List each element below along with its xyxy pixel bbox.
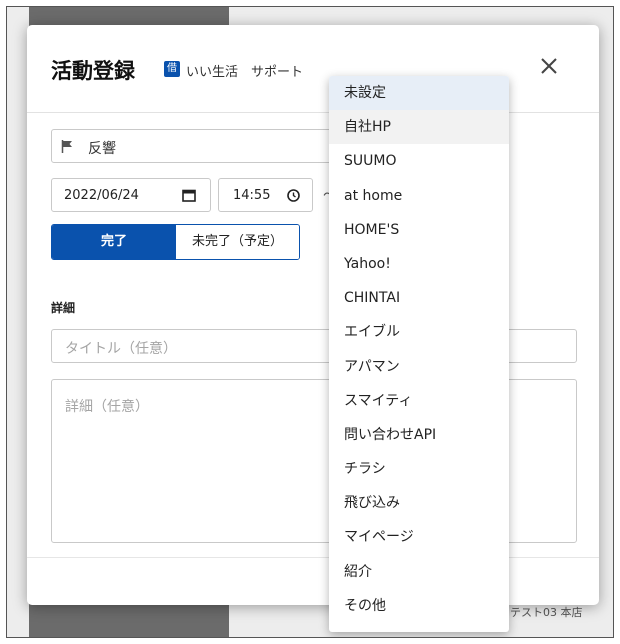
calendar-icon[interactable] xyxy=(182,189,196,202)
dropdown-option[interactable]: その他 xyxy=(329,589,509,623)
detail-heading: 詳細 xyxy=(51,301,76,315)
dropdown-option[interactable]: スマイティ xyxy=(329,384,509,418)
status-done-button[interactable]: 完了 xyxy=(52,225,176,259)
footer-divider xyxy=(27,557,599,558)
dialog-title: 活動登録 xyxy=(51,59,135,83)
dropdown-option[interactable]: HOME'S xyxy=(329,213,509,247)
dropdown-option[interactable]: 紹介 xyxy=(329,555,509,589)
background-left-panel xyxy=(7,7,29,637)
dropdown-option[interactable]: SUUMO xyxy=(329,144,509,178)
title-placeholder: タイトル（任意） xyxy=(65,341,177,357)
dropdown-option[interactable]: Yahoo! xyxy=(329,247,509,281)
start-time-value: 14:55 xyxy=(233,188,271,203)
close-icon xyxy=(541,58,557,74)
start-time-input[interactable]: 14:55 xyxy=(218,178,313,212)
dropdown-option[interactable]: at home xyxy=(329,179,509,213)
source-dropdown-menu: 未設定 自社HP SUUMO at home HOME'S Yahoo! CHI… xyxy=(329,76,509,632)
status-toggle: 完了 未完了（予定） xyxy=(51,224,300,260)
dropdown-option[interactable]: 問い合わせAPI xyxy=(329,418,509,452)
dropdown-option[interactable]: 飛び込み xyxy=(329,486,509,520)
header-divider xyxy=(27,112,599,113)
rental-tag-icon: 借 xyxy=(164,61,180,77)
close-button[interactable] xyxy=(535,52,563,80)
status-todo-button[interactable]: 未完了（予定） xyxy=(176,225,299,259)
flag-icon xyxy=(61,140,72,153)
app-window: 存 テスト03 本店 活動登録 借 いい生活 サポート 反響 2022/06/2… xyxy=(6,6,614,638)
detail-placeholder: 詳細（任意） xyxy=(65,399,149,415)
activity-type-select[interactable]: 反響 xyxy=(51,129,361,163)
dropdown-option[interactable]: エイブル xyxy=(329,315,509,349)
dropdown-option[interactable]: CHINTAI xyxy=(329,281,509,315)
dialog-subtitle: いい生活 サポート xyxy=(186,65,304,80)
background-footer-text: テスト03 本店 xyxy=(510,606,583,619)
date-input[interactable]: 2022/06/24 xyxy=(51,178,211,212)
dropdown-option[interactable]: 自社HP xyxy=(329,110,509,145)
date-value: 2022/06/24 xyxy=(64,188,139,203)
dropdown-option[interactable]: チラシ xyxy=(329,452,509,486)
clock-icon[interactable] xyxy=(287,189,300,202)
dropdown-option[interactable]: マイページ xyxy=(329,520,509,554)
activity-dialog: 活動登録 借 いい生活 サポート 反響 2022/06/24 14:55 完了 … xyxy=(27,25,599,605)
dropdown-option[interactable]: 未設定 xyxy=(329,76,509,111)
dropdown-option[interactable]: アパマン xyxy=(329,350,509,384)
activity-type-value: 反響 xyxy=(88,141,116,157)
